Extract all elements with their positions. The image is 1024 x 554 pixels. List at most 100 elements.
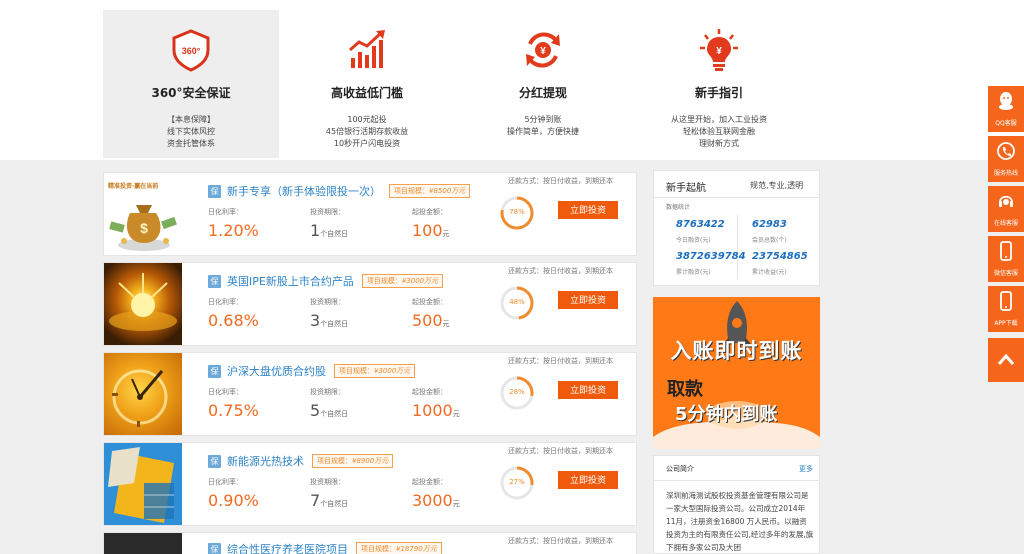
scale-value: ¥3000万元	[401, 277, 439, 285]
stat-today-financing: 8763422	[676, 219, 725, 230]
more-link[interactable]: 更多	[799, 464, 813, 474]
scale-value: ¥18790万元	[396, 545, 437, 553]
money-bag-illustration: $	[109, 205, 177, 251]
period-value: 5个自然日	[310, 401, 348, 420]
online-service-button[interactable]: 在线客服	[988, 186, 1024, 232]
feature-high-yield[interactable]: 高收益低门槛 100元起投 45倍银行活期存款收益 10秒开户闪电投资	[279, 10, 455, 158]
product-image	[104, 263, 182, 345]
headset-icon	[999, 195, 1013, 207]
stat-label: 今日融资(元)	[676, 237, 711, 244]
energy-illustration	[104, 443, 182, 525]
banner-highlight: 5分钟内到账	[675, 404, 778, 425]
product-name[interactable]: 新手专享（新手体验限投一次）	[227, 183, 381, 199]
period-value: 7个自然日	[310, 491, 348, 510]
rate-number: 0.68	[208, 311, 244, 330]
period-number: 5	[310, 401, 321, 420]
period-number: 7	[310, 491, 321, 510]
period-label: 投资期限：	[310, 478, 345, 486]
guarantee-badge: 保	[208, 274, 221, 288]
product-name[interactable]: 英国IPE新股上市合约产品	[227, 273, 354, 289]
period-label: 投资期限：	[310, 388, 345, 396]
feature-guide[interactable]: ¥ 新手指引 从这里开始，加入工业投资 轻松体验互联网金融 理财新方式	[631, 10, 807, 158]
repay-method: 还款方式：按日付收益，到期还本	[508, 267, 613, 275]
yuan-icon-text: ¥	[540, 46, 546, 57]
min-label: 起投金额：	[412, 208, 447, 216]
scale-prefix: 项目规模：	[339, 367, 374, 375]
invest-now-button[interactable]: 立即投资	[558, 201, 618, 219]
min-number: 500	[412, 311, 443, 330]
feature-title: 360°安全保证	[151, 86, 231, 100]
qq-service-button[interactable]: QQ客服	[988, 86, 1024, 132]
period-label: 投资期限：	[310, 298, 345, 306]
period-unit: 个自然日	[320, 320, 349, 328]
min-label: 起投金额：	[412, 298, 447, 306]
rate-unit: %	[243, 491, 259, 510]
back-to-top-button[interactable]	[988, 338, 1024, 382]
min-unit: 元	[452, 410, 460, 418]
feature-title: 高收益低门槛	[330, 86, 403, 100]
clock-illustration	[112, 369, 168, 427]
scale-prefix: 项目规模：	[394, 187, 429, 195]
repay-method: 还款方式：按日付收益，到期还本	[508, 177, 613, 185]
mobile-icon	[1000, 291, 1012, 311]
stat-total-financing: 3872639784	[676, 251, 746, 262]
stat-label: 累计收益(元)	[752, 269, 787, 276]
product-card[interactable]: 保 英国IPE新股上市合约产品 项目规模：¥3000万元 日化利率： 投资期限：…	[103, 262, 637, 346]
rate-unit: %	[243, 401, 259, 420]
stat-label: 累计融资(元)	[676, 269, 711, 276]
feature-line: 轻松体验互联网金融	[683, 127, 755, 136]
wechat-service-button[interactable]: 微信客服	[988, 236, 1024, 282]
repay-method: 还款方式：按日付收益，到期还本	[508, 357, 613, 365]
product-name[interactable]: 沪深大盘优质合约股	[227, 363, 326, 379]
feature-line: 线下实体风控	[167, 127, 215, 136]
product-card[interactable]: 保 综合性医疗养老医院项目 项目规模：¥18790万元 还款方式：按日付收益，到…	[103, 532, 637, 554]
stat-member-count: 62983	[752, 219, 787, 230]
nav-subtitle: 数据统计	[666, 204, 691, 211]
rate-number: 1.20	[208, 221, 244, 240]
feature-line: 100元起投	[347, 115, 387, 124]
rate-label: 日化利率：	[208, 208, 243, 216]
scale-value: ¥8900万元	[352, 457, 389, 465]
feature-withdraw[interactable]: ¥ 分红提现 5分钟到账 操作简单，方便快捷	[455, 10, 631, 158]
golden-light-illustration	[109, 273, 177, 331]
feature-line: 5分钟到账	[524, 115, 562, 124]
period-unit: 个自然日	[320, 500, 349, 508]
yuan-icon-text: ¥	[716, 46, 722, 57]
feature-title: 分红提现	[518, 86, 567, 100]
min-number: 1000	[412, 401, 453, 420]
invest-now-button[interactable]: 立即投资	[558, 291, 618, 309]
svg-text:$: $	[140, 220, 148, 236]
invest-now-button[interactable]: 立即投资	[558, 471, 618, 489]
float-label: 微信客服	[993, 270, 1018, 277]
product-name[interactable]: 新能源光热技术	[227, 453, 304, 469]
guarantee-badge: 保	[208, 364, 221, 378]
invest-now-button[interactable]: 立即投资	[558, 381, 618, 399]
hotline-button[interactable]: 服务热线	[988, 136, 1024, 182]
mobile-icon	[1000, 241, 1012, 261]
product-name[interactable]: 综合性医疗养老医院项目	[227, 541, 348, 554]
product-image	[104, 533, 182, 554]
period-label: 投资期限：	[310, 208, 345, 216]
chevron-up-icon	[997, 353, 1015, 365]
feature-security[interactable]: 360° 360°安全保证 【本息保障】 线下实体风控 资金托管体系	[103, 10, 279, 158]
nav-slogan: 规范,专业,透明	[750, 181, 804, 190]
feature-line: 【本息保障】	[167, 115, 215, 124]
rate-label: 日化利率：	[208, 478, 243, 486]
company-intro-panel: 公司简介 更多 深圳前海测试股权投资基金管理有限公司是一家大型国际投资公司。公司…	[653, 455, 820, 554]
scale-prefix: 项目规模：	[317, 457, 352, 465]
product-card[interactable]: 保 新能源光热技术 项目规模：¥8900万元 日化利率： 投资期限： 起投金额：…	[103, 442, 637, 526]
product-card[interactable]: 保 沪深大盘优质合约股 项目规模：¥3000万元 日化利率： 投资期限： 起投金…	[103, 352, 637, 436]
scale-prefix: 项目规模：	[366, 277, 402, 285]
period-unit: 个自然日	[320, 410, 349, 418]
app-download-button[interactable]: APP下载	[988, 286, 1024, 332]
stat-total-earnings: 23754865	[752, 251, 808, 262]
min-value: 3000元	[412, 491, 460, 510]
rate-unit: %	[243, 221, 259, 240]
cycle-money-icon: ¥	[526, 32, 560, 68]
scale-value: ¥8500万元	[429, 187, 466, 195]
repay-method: 还款方式：按日付收益，到期还本	[508, 447, 613, 455]
instant-withdraw-banner[interactable]: 入账即时到账 取款 5分钟内到账	[653, 297, 820, 449]
period-unit: 个自然日	[320, 230, 349, 238]
product-card[interactable]: 精准投资·赢在当前 $ 保 新手专享（新手体验限投一次） 项目规模：¥8500万…	[103, 172, 637, 256]
feature-title: 新手指引	[694, 86, 743, 100]
